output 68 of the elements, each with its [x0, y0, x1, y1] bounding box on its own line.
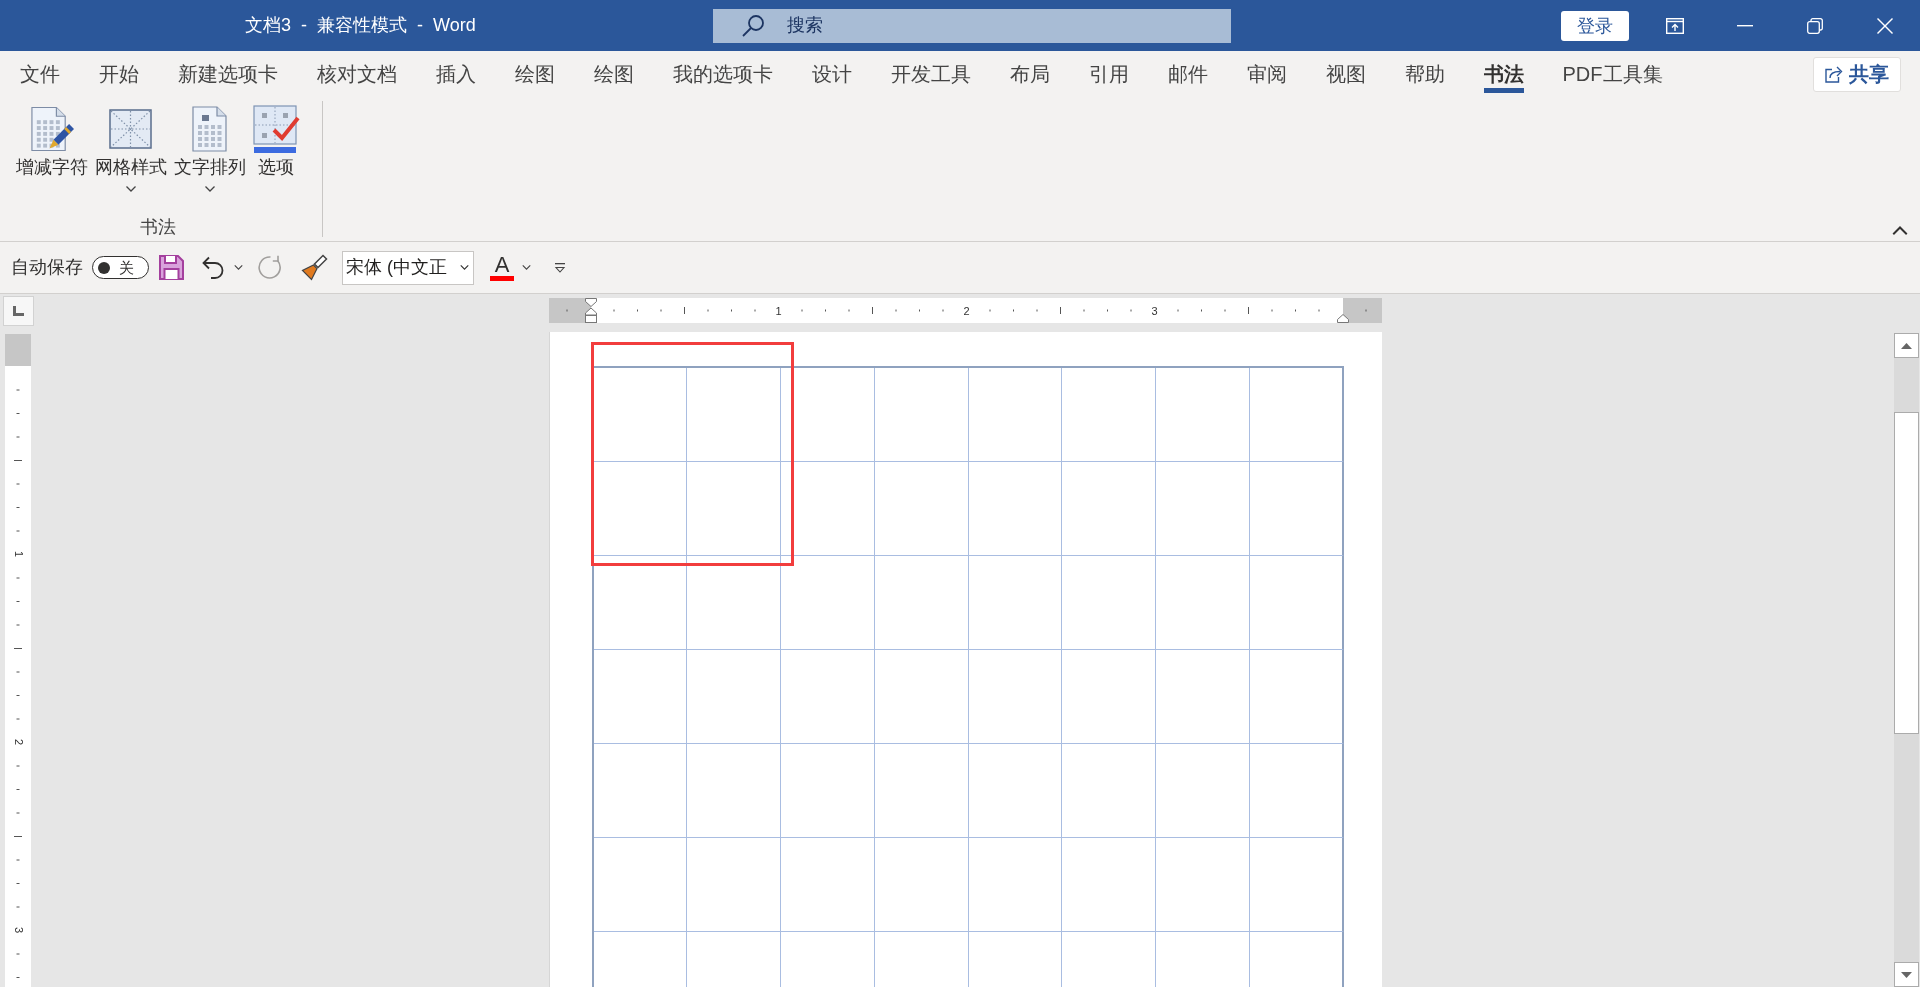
tab-stop-selector[interactable]: [3, 296, 34, 326]
restore-icon: [1807, 17, 1823, 34]
triangle-down-icon: [1901, 971, 1912, 978]
font-name-field[interactable]: 宋体 (中文正: [342, 250, 474, 285]
paintbrush-icon: [301, 254, 328, 281]
ribbon-button[interactable]: 网格样式: [91, 105, 170, 192]
ribbon-tab[interactable]: 书法: [1464, 51, 1543, 97]
ribbon-button[interactable]: 文字排列: [170, 105, 249, 192]
ruler-number: 2: [12, 738, 24, 746]
ribbon-tab[interactable]: 开始: [79, 51, 158, 97]
ribbon-tab[interactable]: 绘图: [495, 51, 574, 97]
dotted-grid-tile-icon: [109, 109, 152, 149]
grid-page-pen-icon: [29, 106, 74, 152]
tab-stop-icon: [13, 306, 24, 316]
scroll-up-button[interactable]: [1894, 333, 1919, 358]
ruler-number: 1: [775, 305, 782, 316]
ruler-number: 3: [1151, 305, 1158, 316]
chevron-up-icon: [1892, 225, 1908, 235]
ribbon-tab[interactable]: 核对文档: [297, 51, 416, 97]
font-color-button[interactable]: A: [482, 250, 522, 285]
ruler-number: 3: [12, 926, 24, 934]
ribbon-tab[interactable]: 插入: [416, 51, 495, 97]
close-icon: [1877, 17, 1893, 34]
share-button[interactable]: 共享: [1813, 56, 1901, 92]
save-icon: [159, 255, 184, 280]
share-icon: [1825, 65, 1843, 83]
chevron-down-icon: [125, 186, 136, 192]
ribbon-tab[interactable]: 开发工具: [871, 51, 990, 97]
ruler-number: 2: [963, 305, 970, 316]
ribbon-button[interactable]: 选项: [249, 105, 303, 178]
ribbon-tab[interactable]: 布局: [990, 51, 1069, 97]
window-title: 文档3 - 兼容性模式 - Word: [245, 14, 476, 37]
ruler-number: 1: [12, 550, 24, 558]
ruler-margin-band: [5, 334, 31, 366]
right-indent-marker-icon[interactable]: [1336, 314, 1349, 323]
scroll-down-button[interactable]: [1894, 962, 1919, 987]
check-grid-icon: [252, 105, 300, 153]
ribbon-tab[interactable]: 新建选项卡: [158, 51, 297, 97]
ribbon-tab[interactable]: PDF工具集: [1543, 51, 1682, 97]
chevron-down-icon: [522, 265, 531, 270]
sign-in-button[interactable]: 登录: [1561, 10, 1629, 41]
scroll-thumb[interactable]: [1894, 412, 1919, 734]
ribbon-tab[interactable]: 设计: [792, 51, 871, 97]
chevron-down-icon: [204, 186, 215, 192]
ribbon-tab[interactable]: 视图: [1306, 51, 1385, 97]
ribbon-tab[interactable]: 帮助: [1385, 51, 1464, 97]
grid-page-icon: [192, 106, 227, 152]
ribbon-tab[interactable]: 审阅: [1227, 51, 1306, 97]
triangle-up-icon: [1901, 342, 1912, 349]
bar-over-caret-icon: [554, 262, 566, 273]
search-icon: [742, 14, 764, 37]
autosave-label: 自动保存: [11, 256, 83, 279]
ribbon-tab[interactable]: 邮件: [1148, 51, 1227, 97]
ribbon-group-label: 书法: [139, 216, 176, 238]
minimize-icon: [1737, 24, 1753, 27]
chevron-down-icon: [460, 265, 469, 270]
undo-icon: [202, 255, 226, 280]
ribbon-tab[interactable]: 文件: [0, 51, 79, 97]
switch-knob-icon: [98, 261, 110, 274]
ribbon-button[interactable]: 增减字符: [12, 105, 91, 178]
ribbon-tab[interactable]: 绘图: [574, 51, 653, 97]
ribbon-tab[interactable]: 我的选项卡: [653, 51, 792, 97]
autosave-toggle[interactable]: 关: [92, 256, 149, 279]
redo-icon: [258, 255, 283, 280]
left-indent-marker-icon[interactable]: [584, 298, 597, 323]
search-field[interactable]: 搜索: [713, 8, 1231, 43]
ribbon-tab[interactable]: 引用: [1069, 51, 1148, 97]
chevron-down-icon: [234, 265, 243, 270]
